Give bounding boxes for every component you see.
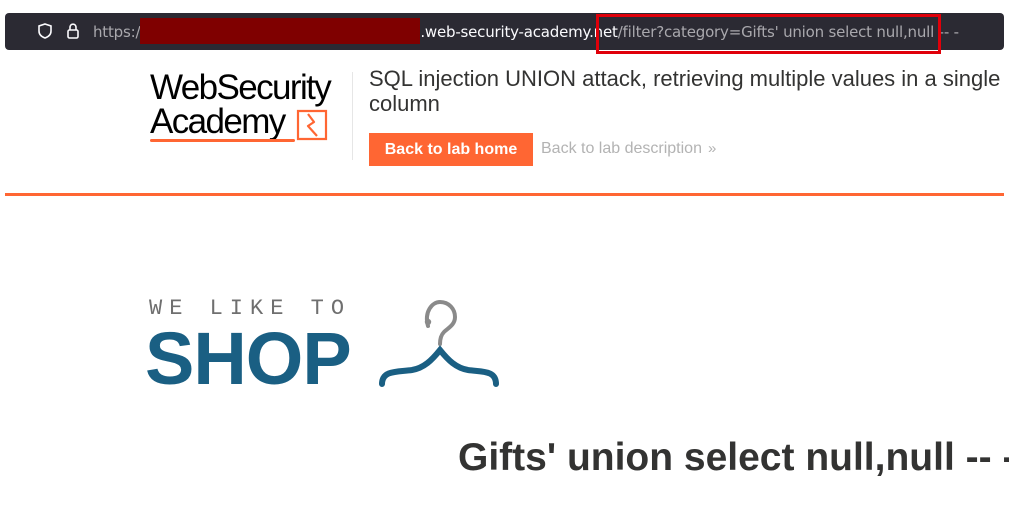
- hanger-icon: [379, 299, 499, 387]
- academy-bolt-icon: [296, 109, 328, 141]
- header-divider: [352, 72, 353, 160]
- double-chevron-right-icon: »: [707, 140, 717, 157]
- lock-icon[interactable]: [67, 23, 79, 39]
- back-to-lab-description-label: Back to lab description: [541, 140, 702, 157]
- logo-line-1: WebSecurity: [150, 68, 332, 107]
- web-security-academy-logo[interactable]: WebSecurity Academy: [150, 68, 350, 151]
- category-heading: Gifts' union select null,null -- -: [458, 436, 1009, 479]
- header-rule: [5, 193, 1004, 196]
- back-to-lab-description-link[interactable]: Back to lab description »: [541, 140, 716, 158]
- back-to-lab-home-button[interactable]: Back to lab home: [369, 133, 533, 166]
- url-highlight-box: [596, 14, 941, 54]
- url-redaction: [140, 18, 421, 44]
- url-scheme: https:/: [93, 23, 141, 41]
- lab-title: SQL injection UNION attack, retrieving m…: [369, 66, 1001, 116]
- shield-icon[interactable]: [38, 23, 52, 39]
- shop-logo-word: SHOP: [145, 317, 352, 400]
- url-domain: .web-security-academy.ne: [420, 23, 613, 41]
- logo-underline: [150, 139, 295, 142]
- browser-toolbar: https:/.web-security-academy.net/filter?…: [0, 0, 1009, 54]
